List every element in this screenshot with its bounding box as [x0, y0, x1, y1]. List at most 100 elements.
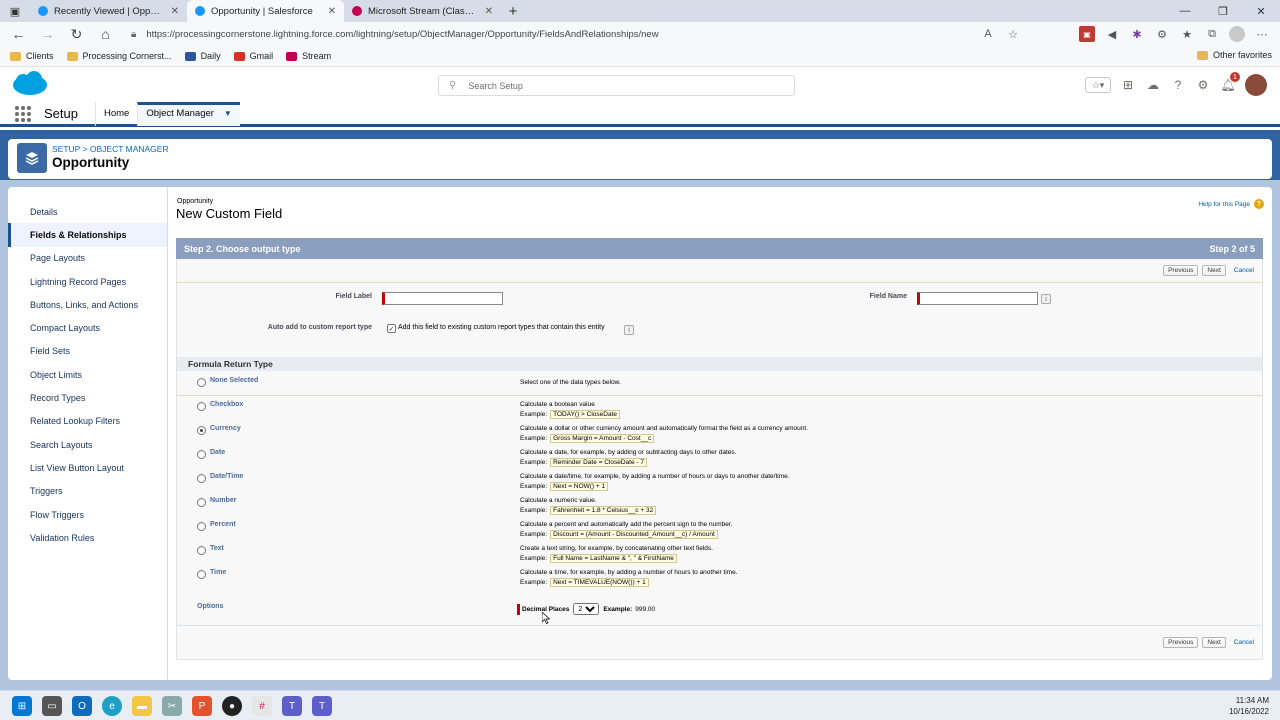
sidebar-item-list-view-button-layout[interactable]: List View Button Layout [8, 456, 167, 479]
refresh-icon[interactable]: ↻ [62, 22, 91, 46]
next-button[interactable]: Next [1202, 265, 1226, 276]
sidebar-item-search-layouts[interactable]: Search Layouts [8, 433, 167, 456]
file-explorer-icon[interactable]: ▬ [132, 696, 152, 716]
maximize-icon[interactable]: ❐ [1204, 0, 1242, 22]
bookmark-daily[interactable]: Daily [184, 51, 221, 61]
app-launcher-icon[interactable] [15, 105, 31, 122]
task-view-icon[interactable]: ▭ [42, 696, 62, 716]
favorites-star-icon[interactable]: ☆▾ [1085, 77, 1111, 93]
sidebar-item-compact-layouts[interactable]: Compact Layouts [8, 316, 167, 339]
decimal-places-select[interactable]: 2 [573, 603, 600, 615]
back-icon[interactable]: ← [4, 22, 33, 46]
previous-button[interactable]: Previous [1163, 637, 1199, 648]
home-icon[interactable]: ⌂ [91, 22, 120, 46]
minimize-icon[interactable]: — [1166, 0, 1204, 22]
nav-tab-home[interactable]: Home [94, 101, 137, 126]
read-aloud-icon[interactable]: A [980, 26, 996, 42]
trailhead-icon[interactable]: ☁ [1145, 77, 1161, 93]
sidebar-item-flow-triggers[interactable]: Flow Triggers [8, 503, 167, 526]
sidebar-item-object-limits[interactable]: Object Limits [8, 363, 167, 386]
bookmark-processing-cornerstone[interactable]: Processing Cornerst... [66, 51, 172, 61]
teams-icon[interactable]: T [312, 696, 332, 716]
megaphone-icon[interactable]: ◀ [1104, 26, 1120, 42]
salesforce-logo-icon[interactable] [11, 71, 49, 97]
sidebar-item-record-types[interactable]: Record Types [8, 386, 167, 409]
setup-gear-icon[interactable]: ⚙ [1195, 77, 1211, 93]
start-icon[interactable]: ⊞ [12, 696, 32, 716]
snipping-tool-icon[interactable]: ✂ [162, 696, 182, 716]
sidebar-item-buttons-links-actions[interactable]: Buttons, Links, and Actions [8, 293, 167, 316]
cancel-link[interactable]: Cancel [1234, 639, 1254, 646]
browser-toolbar-icons: A ☆ ▣ ◀ ✱ ⚙ ★ ⧉ ⋯ [980, 22, 1270, 46]
profile-icon[interactable] [1229, 26, 1245, 42]
return-type-radio[interactable] [197, 546, 206, 555]
next-button[interactable]: Next [1202, 637, 1226, 648]
close-tab-icon[interactable]: ✕ [328, 6, 336, 17]
extensions-icon[interactable]: ⚙ [1154, 26, 1170, 42]
return-type-radio[interactable] [197, 474, 206, 483]
more-icon[interactable]: ⋯ [1254, 26, 1270, 42]
example-formula: Next = NOW() + 1 [550, 482, 609, 491]
notifications-bell-icon[interactable]: 🔔︎ 1 [1220, 72, 1240, 93]
extension-icon[interactable]: ▣ [1079, 26, 1095, 42]
return-type-row: Number Calculate a numeric value. Example:… [177, 492, 1262, 516]
close-window-icon[interactable]: ✕ [1242, 0, 1280, 22]
other-favorites[interactable]: Other favorites [1196, 50, 1272, 60]
new-tab-icon[interactable]: + [501, 0, 525, 22]
favorites-icon[interactable]: ★ [1179, 26, 1195, 42]
global-actions-icon[interactable]: ⊞ [1120, 77, 1136, 93]
help-link[interactable]: Help for this Page ? [1198, 199, 1264, 209]
info-icon[interactable]: i [1041, 294, 1051, 304]
sidebar-item-details[interactable]: Details [8, 200, 167, 223]
return-type-radio[interactable] [197, 498, 206, 507]
edge-icon[interactable]: e [102, 696, 122, 716]
extension-icon[interactable]: ✱ [1129, 26, 1145, 42]
gmail-icon [233, 51, 245, 61]
slack-icon[interactable]: # [252, 696, 272, 716]
sidebar-item-lightning-record-pages[interactable]: Lightning Record Pages [8, 270, 167, 293]
search-setup-input[interactable]: ⚲ Search Setup [438, 75, 795, 96]
avatar[interactable] [1245, 74, 1267, 96]
browser-tab-active[interactable]: Opportunity | Salesforce ✕ [187, 0, 344, 22]
bookmark-gmail[interactable]: Gmail [233, 51, 273, 61]
tab-actions-icon[interactable]: ▣ [0, 0, 30, 22]
info-icon[interactable]: i [624, 325, 634, 335]
auto-add-checkbox[interactable]: ✓ [387, 324, 396, 333]
sidebar-item-triggers[interactable]: Triggers [8, 480, 167, 503]
close-tab-icon[interactable]: ✕ [171, 6, 179, 17]
url-field[interactable]: 🔒︎ https://processingcornerstone.lightni… [131, 25, 1031, 43]
sidebar-item-related-lookup-filters[interactable]: Related Lookup Filters [8, 410, 167, 433]
powerpoint-icon[interactable]: P [192, 696, 212, 716]
none-selected-radio[interactable] [197, 378, 206, 387]
add-favorite-icon[interactable]: ☆ [1005, 26, 1021, 42]
browser-tab[interactable]: Recently Viewed | Opportunities ✕ [30, 0, 187, 22]
return-type-radio[interactable] [197, 402, 206, 411]
sidebar-item-page-layouts[interactable]: Page Layouts [8, 247, 167, 270]
return-type-radio[interactable] [197, 570, 206, 579]
sidebar-item-validation-rules[interactable]: Validation Rules [8, 526, 167, 549]
field-name-input[interactable] [917, 292, 1038, 305]
browser-tab[interactable]: Microsoft Stream (Classic) ✕ [344, 0, 501, 22]
teams-icon[interactable]: T [282, 696, 302, 716]
search-icon: ⚲ [449, 80, 457, 91]
system-clock[interactable]: 11:34 AM 10/16/2022 [1229, 695, 1269, 717]
cancel-link[interactable]: Cancel [1234, 267, 1254, 274]
breadcrumb[interactable]: SETUP > OBJECT MANAGER [52, 144, 169, 154]
outlook-icon[interactable]: O [72, 696, 92, 716]
return-type-radio[interactable] [197, 426, 206, 435]
bookmark-clients[interactable]: Clients [10, 51, 54, 61]
collections-icon[interactable]: ⧉ [1204, 26, 1220, 42]
forward-icon[interactable]: → [33, 22, 62, 46]
help-icon[interactable]: ? [1170, 77, 1186, 93]
bookmark-stream[interactable]: Stream [286, 51, 331, 61]
return-type-radio[interactable] [197, 522, 206, 531]
return-type-radio[interactable] [197, 450, 206, 459]
sidebar-item-fields-relationships[interactable]: Fields & Relationships [8, 223, 167, 247]
field-label-input[interactable] [382, 292, 503, 305]
chevron-down-icon[interactable]: ▼ [224, 109, 232, 118]
app-icon[interactable]: ● [222, 696, 242, 716]
close-tab-icon[interactable]: ✕ [485, 6, 493, 17]
previous-button[interactable]: Previous [1163, 265, 1199, 276]
nav-tab-object-manager[interactable]: Object Manager ▼ [137, 101, 240, 126]
sidebar-item-field-sets[interactable]: Field Sets [8, 340, 167, 363]
